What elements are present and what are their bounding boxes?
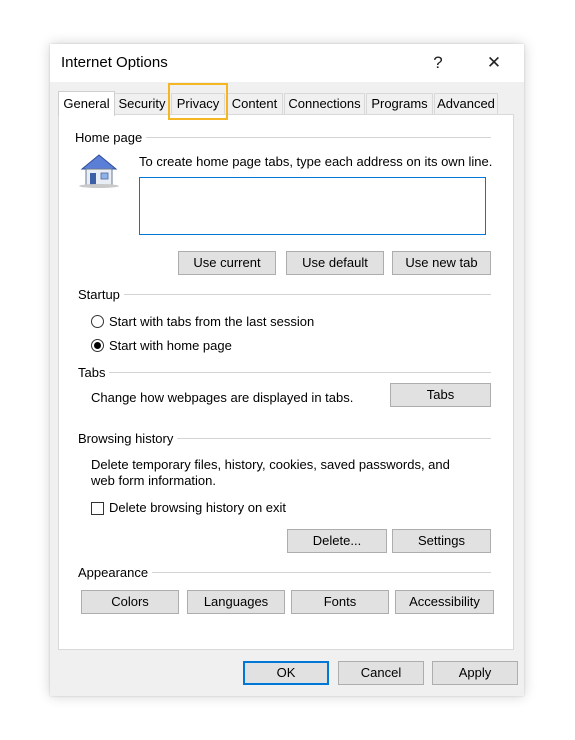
tabs-section-description: Change how webpages are displayed in tab… [91, 390, 354, 405]
colors-button[interactable]: Colors [81, 590, 179, 614]
window-title: Internet Options [61, 54, 168, 71]
internet-options-dialog: Internet Options ? ✕ General Security Pr… [50, 44, 524, 696]
delete-history-on-exit-label: Delete browsing history on exit [109, 500, 287, 515]
home-page-description: To create home page tabs, type each addr… [139, 154, 493, 169]
tab-privacy[interactable]: Privacy [171, 93, 225, 114]
tabs-section-label: Tabs [78, 365, 110, 380]
startup-last-session-label: Start with tabs from the last session [109, 314, 315, 329]
apply-button[interactable]: Apply [432, 661, 518, 685]
tab-content[interactable]: Content [226, 93, 283, 114]
settings-button[interactable]: Settings [392, 529, 491, 553]
use-new-tab-button[interactable]: Use new tab [392, 251, 491, 275]
use-current-button[interactable]: Use current [178, 251, 276, 275]
tab-programs[interactable]: Programs [366, 93, 433, 114]
startup-last-session-radio[interactable] [91, 315, 104, 328]
browsing-history-label: Browsing history [78, 431, 178, 446]
startup-home-page-label: Start with home page [109, 338, 232, 353]
appearance-label: Appearance [78, 565, 153, 580]
delete-button[interactable]: Delete... [287, 529, 387, 553]
ok-button[interactable]: OK [243, 661, 329, 685]
startup-home-page-radio[interactable] [91, 339, 104, 352]
tab-general[interactable]: General [58, 91, 115, 116]
startup-label: Startup [78, 287, 124, 302]
tab-security[interactable]: Security [114, 93, 170, 114]
general-panel: Home page To create home page tabs, type… [58, 114, 514, 650]
divider [78, 372, 491, 373]
divider [78, 294, 491, 295]
browsing-history-description-line2: web form information. [91, 473, 216, 488]
home-page-label: Home page [75, 130, 147, 145]
tab-advanced[interactable]: Advanced [434, 93, 498, 114]
delete-history-on-exit-checkbox[interactable] [91, 502, 104, 515]
tabs-button[interactable]: Tabs [390, 383, 491, 407]
house-icon [79, 154, 119, 188]
title-bar: Internet Options ? ✕ [50, 44, 524, 82]
home-page-textarea[interactable] [139, 177, 486, 235]
accessibility-button[interactable]: Accessibility [395, 590, 494, 614]
browsing-history-description-line1: Delete temporary files, history, cookies… [91, 457, 450, 472]
tab-connections[interactable]: Connections [284, 93, 365, 114]
close-icon[interactable]: ✕ [482, 51, 506, 75]
languages-button[interactable]: Languages [187, 590, 285, 614]
help-button[interactable]: ? [426, 51, 450, 75]
cancel-button[interactable]: Cancel [338, 661, 424, 685]
fonts-button[interactable]: Fonts [291, 590, 389, 614]
use-default-button[interactable]: Use default [286, 251, 384, 275]
